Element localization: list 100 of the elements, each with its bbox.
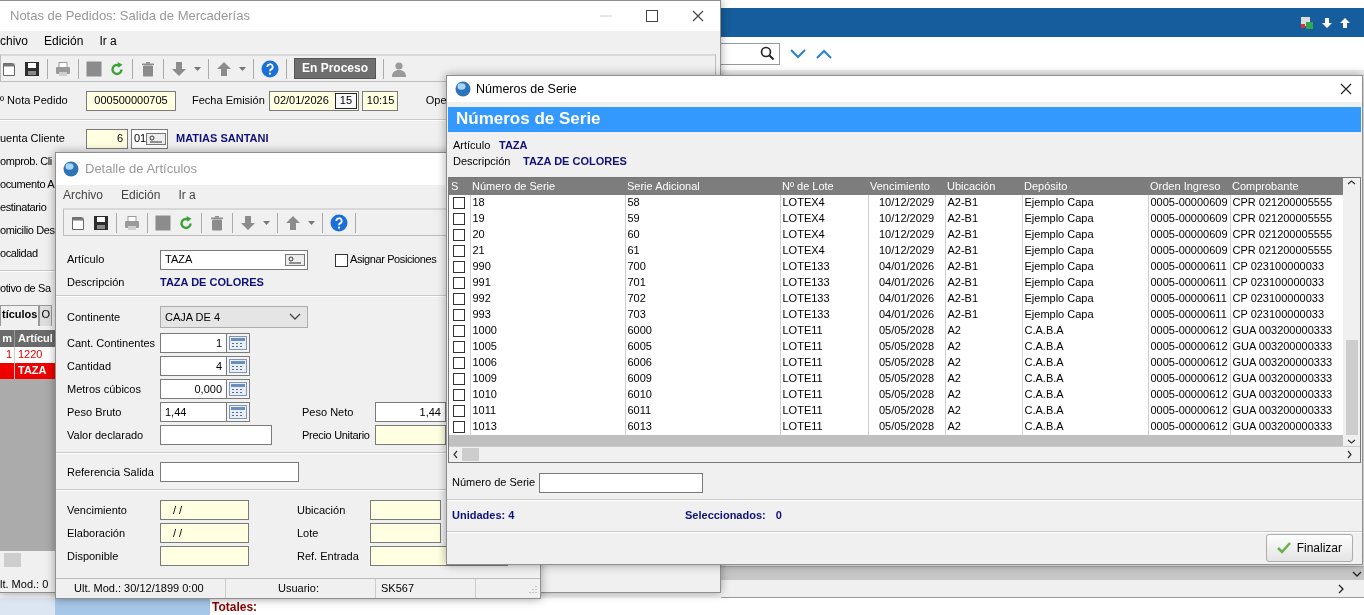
calendar-button[interactable]: 15 (334, 93, 358, 109)
checkbox[interactable] (453, 261, 465, 273)
scroll-right-icon[interactable] (1338, 583, 1344, 594)
help-icon[interactable] (330, 213, 348, 232)
arrow-down-icon[interactable] (171, 60, 187, 77)
checkbox[interactable] (335, 253, 348, 267)
stop-icon[interactable] (86, 60, 102, 77)
trash-icon[interactable] (140, 60, 156, 77)
lookup-icon[interactable] (285, 254, 305, 266)
person-icon[interactable] (391, 60, 408, 77)
column-header[interactable]: S (449, 178, 470, 195)
finish-button[interactable]: Finalizar (1265, 534, 1353, 562)
save-icon[interactable] (93, 214, 109, 231)
tab[interactable]: O (39, 305, 52, 326)
checkbox[interactable] (453, 197, 465, 209)
calculator-icon[interactable] (229, 382, 247, 397)
input-field[interactable]: 4 (160, 356, 226, 377)
chevron-down-icon[interactable] (289, 313, 301, 322)
column-header[interactable]: Depósito (1022, 178, 1148, 195)
arrow-down-icon[interactable] (1322, 17, 1332, 28)
dropdown[interactable]: CAJA DE 4 (160, 306, 308, 329)
table-row[interactable]: 1 1220 (0, 347, 56, 363)
checkbox[interactable] (453, 373, 465, 385)
scroll-thumb[interactable] (1345, 340, 1358, 435)
checkbox[interactable] (453, 245, 465, 257)
new-document-icon[interactable] (1, 60, 17, 77)
input-field[interactable]: / / (160, 500, 249, 521)
close-icon[interactable] (1340, 83, 1352, 95)
input-field[interactable]: 1,44 (375, 402, 446, 423)
status-button[interactable]: En Proceso (294, 58, 377, 79)
close-icon[interactable] (692, 10, 704, 22)
input-field[interactable] (375, 425, 446, 446)
chevron-down-icon[interactable] (790, 48, 806, 59)
new-document-icon[interactable] (70, 214, 86, 231)
input-field[interactable] (160, 425, 272, 446)
customer-code-field[interactable]: 6 (86, 129, 128, 149)
print-icon[interactable] (55, 60, 71, 77)
scroll-right-icon[interactable] (1347, 450, 1352, 459)
scroll-down-icon[interactable] (1352, 570, 1362, 577)
checkbox[interactable] (453, 309, 465, 321)
calculator-icon[interactable] (229, 405, 247, 420)
menu-item[interactable]: Ir a (99, 33, 117, 49)
checkbox[interactable] (453, 389, 465, 401)
menu-item[interactable]: Edición (44, 33, 84, 49)
lookup-icon[interactable] (146, 133, 167, 145)
print-icon[interactable] (124, 214, 140, 231)
checkbox[interactable] (453, 325, 465, 337)
scroll-down-icon[interactable] (1347, 439, 1356, 444)
input-field[interactable] (539, 473, 704, 493)
menu-item[interactable]: chivo (0, 33, 28, 49)
caret-icon[interactable] (263, 220, 270, 225)
input-field[interactable]: 1,44 (160, 402, 226, 423)
scroll-thumb[interactable] (462, 448, 479, 461)
refresh-icon[interactable] (109, 60, 125, 77)
help-icon[interactable] (261, 59, 279, 78)
checkbox[interactable] (453, 405, 465, 417)
scroll-left-icon[interactable] (453, 450, 458, 459)
caret-icon[interactable] (239, 66, 246, 71)
column-header[interactable]: Comprobante (1230, 178, 1343, 195)
input-field[interactable] (160, 462, 299, 483)
chevron-up-icon[interactable] (816, 48, 832, 59)
tab[interactable]: tículos (0, 305, 40, 326)
branch-field[interactable]: 01 (131, 129, 168, 149)
window-icon[interactable] (1300, 15, 1314, 30)
calculator-icon[interactable] (229, 359, 247, 374)
arrow-down-icon[interactable] (240, 214, 256, 231)
checkbox[interactable] (453, 293, 465, 305)
column-header[interactable]: Orden Ingreso (1148, 178, 1230, 195)
arrow-up-icon[interactable] (285, 214, 301, 231)
column-header[interactable]: Ubicación (945, 178, 1022, 195)
menu-item[interactable]: Edición (121, 187, 161, 203)
caret-icon[interactable] (194, 66, 201, 71)
scroll-thumb[interactable] (4, 553, 21, 567)
input-field[interactable] (370, 523, 441, 544)
scrollbar[interactable] (449, 446, 1360, 462)
date-field[interactable]: 02/01/2026 15 (268, 91, 359, 111)
column-header[interactable]: Nº de Lote (780, 178, 868, 195)
column-header[interactable]: Serie Adicional (625, 178, 780, 195)
input-field[interactable]: 0,000 (160, 379, 226, 400)
refresh-icon[interactable] (178, 214, 194, 231)
input-field[interactable]: 1 (160, 333, 226, 354)
input-field[interactable]: / / (160, 523, 249, 544)
input-field[interactable] (160, 546, 249, 567)
resize-grip-icon[interactable] (529, 584, 537, 593)
checkbox[interactable] (453, 229, 465, 241)
checkbox[interactable] (453, 421, 465, 433)
column-header[interactable]: Vencimiento (868, 178, 945, 195)
save-icon[interactable] (24, 60, 40, 77)
checkbox[interactable] (453, 341, 465, 353)
menu-item[interactable]: Archivo (63, 187, 103, 203)
checkbox[interactable] (453, 213, 465, 225)
search-field[interactable] (720, 42, 780, 65)
arrow-up-icon[interactable] (1340, 17, 1350, 28)
maximize-icon[interactable] (646, 10, 658, 22)
menu-item[interactable]: Ir a (178, 187, 196, 203)
checkbox-label[interactable]: Asignar Posiciones (350, 253, 437, 267)
input-field[interactable]: TAZA (160, 250, 308, 270)
checkbox[interactable] (453, 277, 465, 289)
column-header[interactable]: m (0, 331, 14, 346)
checkbox[interactable] (453, 357, 465, 369)
